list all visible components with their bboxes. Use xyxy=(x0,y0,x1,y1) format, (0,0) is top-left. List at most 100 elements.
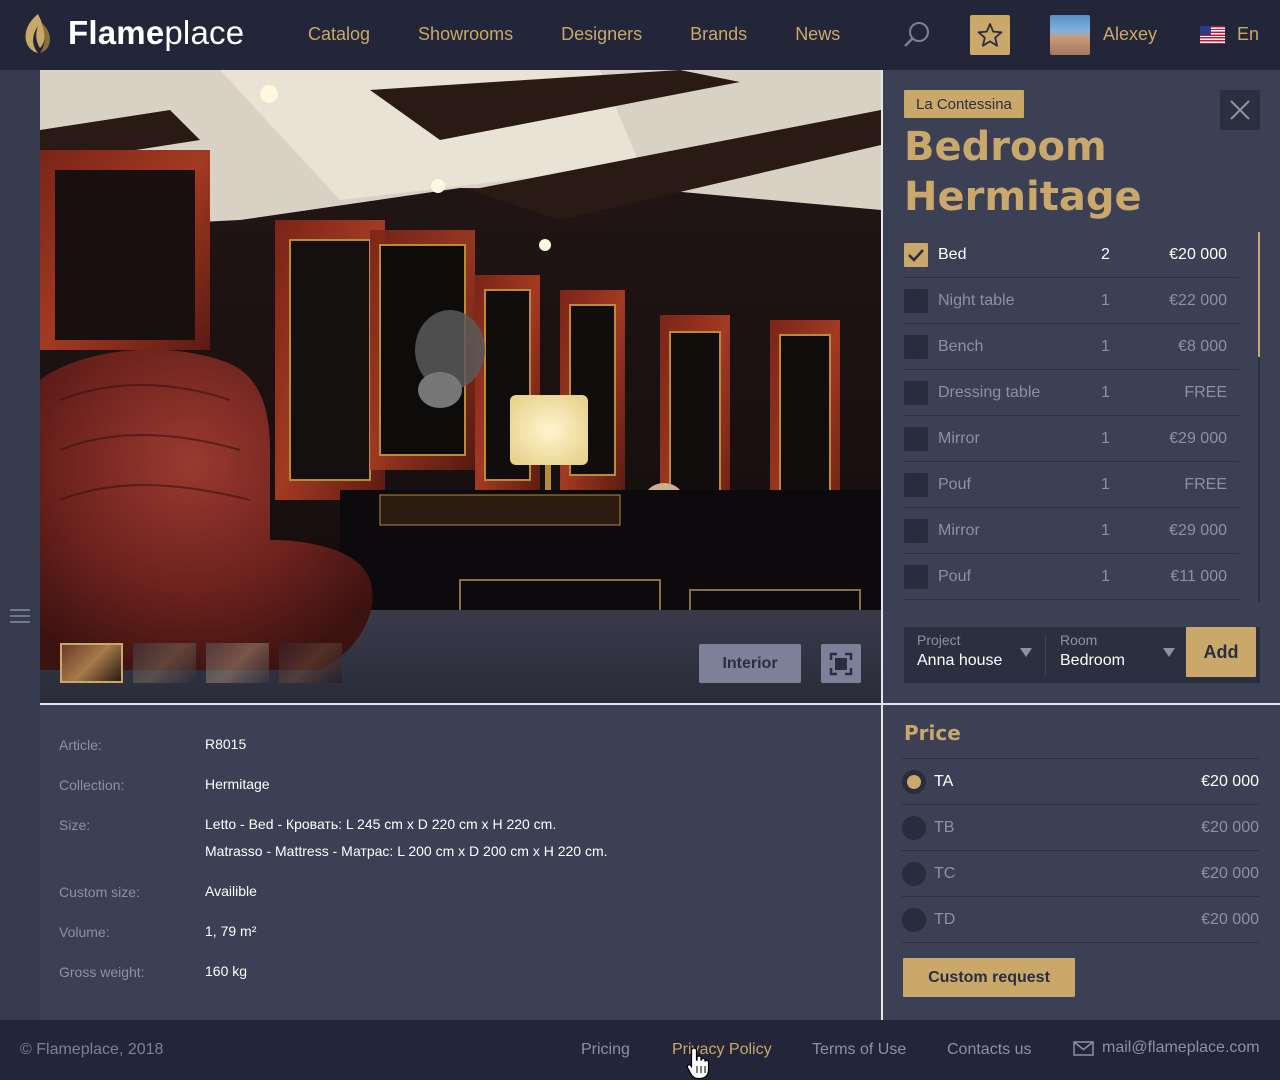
project-label: Project xyxy=(917,632,961,648)
star-icon xyxy=(977,23,1003,47)
price-option[interactable]: TC €20 000 xyxy=(902,851,1259,897)
nav-catalog[interactable]: Catalog xyxy=(308,24,370,45)
item-row[interactable]: Pouf 1 €11 000 xyxy=(904,554,1239,600)
thumbnail[interactable] xyxy=(133,643,196,683)
item-row[interactable]: Bed 2 €20 000 xyxy=(904,232,1239,278)
item-row[interactable]: Dressing table 1 FREE xyxy=(904,370,1239,416)
item-row[interactable]: Night table 1 €22 000 xyxy=(904,278,1239,324)
mail-icon xyxy=(1073,1040,1094,1056)
radio-button[interactable] xyxy=(902,907,926,932)
flame-logo-icon xyxy=(25,14,50,53)
scrollbar-thumb[interactable] xyxy=(1258,232,1260,357)
price-option[interactable]: TB €20 000 xyxy=(902,805,1259,851)
user-avatar[interactable] xyxy=(1050,15,1090,55)
price-option-value: €20 000 xyxy=(1201,772,1259,790)
checkbox[interactable] xyxy=(904,334,928,359)
project-select[interactable]: Project Anna house xyxy=(904,627,1045,683)
hamburger-menu-icon[interactable] xyxy=(10,609,30,623)
price-option-name: TA xyxy=(934,772,954,790)
thumbnail[interactable] xyxy=(206,643,269,683)
radio-button[interactable] xyxy=(902,861,926,886)
language-label: En xyxy=(1237,24,1260,44)
thumbnail[interactable] xyxy=(60,643,123,683)
thumbnail[interactable] xyxy=(279,643,342,683)
detail-value: Hermitage xyxy=(205,776,270,792)
item-row[interactable]: Pouf 1 FREE xyxy=(904,462,1239,508)
footer-link-contacts[interactable]: Contacts us xyxy=(947,1041,1031,1059)
radio-button[interactable] xyxy=(902,769,926,794)
checkbox[interactable] xyxy=(904,426,928,451)
item-row[interactable]: Mirror 1 €29 000 xyxy=(904,416,1239,462)
item-qty: 1 xyxy=(1101,429,1110,447)
product-panel: La Contessina Bedroom Hermitage Bed 2 €20 … xyxy=(883,70,1280,703)
product-details: Article: R8015 Collection: Hermitage Siz… xyxy=(40,705,881,1020)
item-qty: 1 xyxy=(1101,475,1110,493)
close-button[interactable] xyxy=(1220,90,1260,130)
size-line-1: Letto - Bed - Кровать: L 245 cm x D 220 … xyxy=(205,816,557,832)
main-nav: Catalog Showrooms Designers Brands News xyxy=(308,24,888,45)
us-flag-icon xyxy=(1200,25,1225,44)
copyright: © Flameplace, 2018 xyxy=(20,1041,164,1058)
price-option[interactable]: TD €20 000 xyxy=(902,897,1259,943)
close-icon xyxy=(1230,100,1250,120)
footer-link-terms[interactable]: Terms of Use xyxy=(812,1041,906,1059)
checkbox[interactable] xyxy=(904,472,928,497)
checkbox[interactable] xyxy=(904,564,928,589)
chevron-down-icon xyxy=(1020,648,1032,657)
price-option-name: TD xyxy=(934,910,956,928)
user-name[interactable]: Alexey xyxy=(1103,24,1157,45)
checkbox[interactable] xyxy=(904,288,928,313)
item-row[interactable]: Mirror 1 €29 000 xyxy=(904,508,1239,554)
fullscreen-button[interactable] xyxy=(821,644,861,683)
footer-link-pricing[interactable]: Pricing xyxy=(581,1041,630,1059)
price-option-value: €20 000 xyxy=(1201,864,1259,882)
item-price: €29 000 xyxy=(1169,521,1227,539)
checkbox[interactable] xyxy=(904,242,928,267)
item-qty: 1 xyxy=(1101,291,1110,309)
detail-label: Custom size: xyxy=(59,884,140,900)
checkbox[interactable] xyxy=(904,380,928,405)
item-qty: 1 xyxy=(1101,337,1110,355)
detail-label: Collection: xyxy=(59,777,125,793)
fullscreen-icon xyxy=(829,652,853,675)
detail-value: R8015 xyxy=(205,736,247,752)
footer: © Flameplace, 2018 Pricing Privacy Polic… xyxy=(0,1020,1280,1080)
select-divider xyxy=(1045,635,1046,675)
detail-label: Size: xyxy=(59,817,91,833)
detail-value: Letto - Bed - Кровать: L 245 cm x D 220 … xyxy=(205,811,845,865)
price-option-value: €20 000 xyxy=(1201,910,1259,928)
detail-value: 160 kg xyxy=(205,963,248,979)
footer-email-link[interactable]: mail@flameplace.com xyxy=(1073,1039,1260,1057)
hand-cursor-icon xyxy=(686,1047,710,1080)
search-button[interactable] xyxy=(902,20,932,50)
price-options: TA €20 000 TB €20 000 TC €20 000 TD €20 000 xyxy=(902,758,1259,943)
item-row[interactable]: Bench 1 €8 000 xyxy=(904,324,1239,370)
item-qty: 1 xyxy=(1101,521,1110,539)
logo[interactable]: Flameplace xyxy=(22,12,244,54)
detail-label: Article: xyxy=(59,737,102,753)
item-list: Bed 2 €20 000 Night table 1 €22 000 Bench 1 €8 0… xyxy=(904,232,1239,600)
nav-showrooms[interactable]: Showrooms xyxy=(418,24,513,45)
item-price: €22 000 xyxy=(1169,291,1227,309)
brand-badge[interactable]: La Contessina xyxy=(904,90,1024,118)
add-to-project-bar: Project Anna house Room Bedroom Add xyxy=(904,627,1260,683)
radio-button[interactable] xyxy=(902,815,926,840)
nav-brands[interactable]: Brands xyxy=(690,24,747,45)
language-selector[interactable]: En xyxy=(1200,24,1259,45)
nav-news[interactable]: News xyxy=(795,24,840,45)
top-header: Flameplace Catalog Showrooms Designers B… xyxy=(0,0,1280,70)
product-title: Bedroom Hermitage xyxy=(904,124,1142,220)
price-panel: Price TA €20 000 TB €20 000 TC €20 000 TD €20 0… xyxy=(883,705,1280,1020)
room-select[interactable]: Room Bedroom xyxy=(1047,627,1184,683)
checkbox[interactable] xyxy=(904,518,928,543)
item-qty: 1 xyxy=(1101,567,1110,585)
nav-designers[interactable]: Designers xyxy=(561,24,642,45)
item-price: €29 000 xyxy=(1169,429,1227,447)
add-button[interactable]: Add xyxy=(1186,627,1256,677)
size-line-2: Matrasso - Mattress - Матрас: L 200 cm x… xyxy=(205,843,608,859)
custom-request-button[interactable]: Custom request xyxy=(903,958,1075,997)
price-option[interactable]: TA €20 000 xyxy=(902,759,1259,805)
favorites-button[interactable] xyxy=(970,15,1010,55)
interior-button[interactable]: Interior xyxy=(699,644,801,683)
item-qty: 1 xyxy=(1101,383,1110,401)
